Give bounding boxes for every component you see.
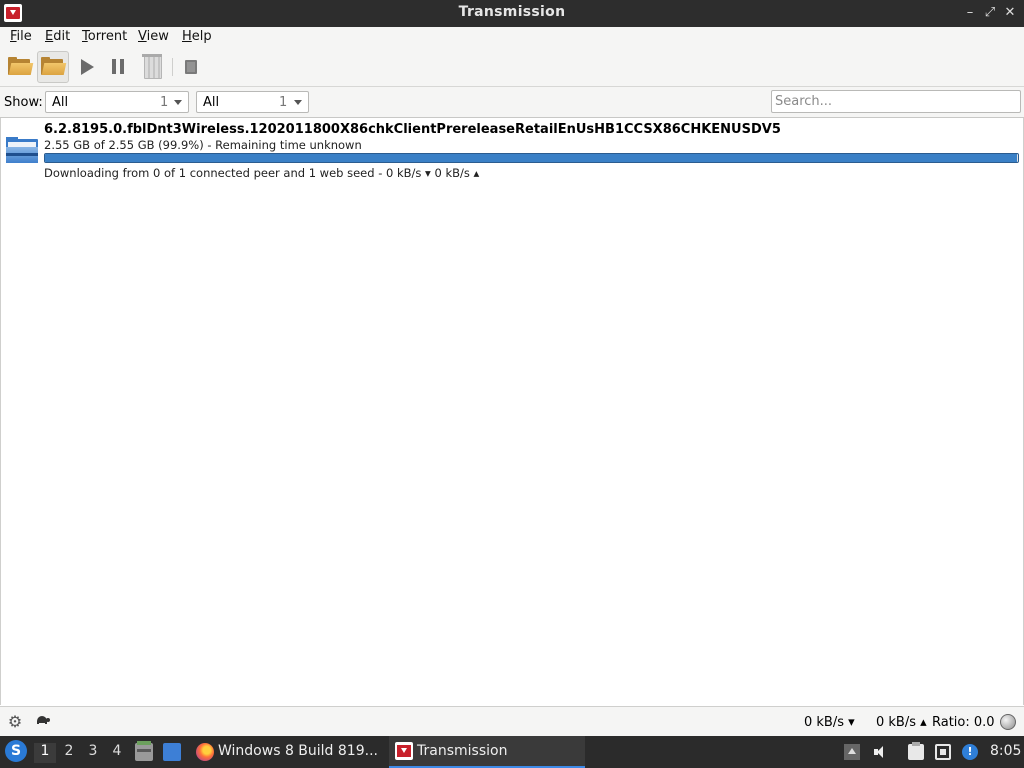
workspace-2[interactable]: 2	[58, 743, 80, 763]
window-title: Transmission	[458, 4, 566, 20]
open-url-folder-icon	[41, 57, 67, 75]
firefox-icon	[196, 743, 214, 761]
restore-button[interactable]: ⤢	[981, 4, 999, 22]
search-input[interactable]	[771, 90, 1021, 113]
title-bar[interactable]: Transmission – ⤢ ✕	[0, 0, 1024, 27]
taskbar: S 1 2 3 4 Windows 8 Build 819... Transmi…	[0, 736, 1024, 768]
workspace-4[interactable]: 4	[106, 743, 128, 763]
menu-torrent[interactable]: Torrent	[82, 29, 127, 44]
ratio-text[interactable]: Ratio: 0.0	[932, 715, 995, 730]
ratio-icon[interactable]	[1000, 714, 1016, 730]
chevron-down-icon	[294, 100, 302, 105]
task-transmission-label: Transmission	[417, 743, 508, 759]
menu-file[interactable]: File	[10, 29, 32, 44]
clipboard-icon[interactable]	[908, 742, 924, 760]
folder-icon	[6, 137, 38, 163]
start-torrent-button[interactable]	[71, 52, 101, 82]
minimize-button[interactable]: –	[961, 4, 979, 22]
gear-icon[interactable]: ⚙	[7, 714, 23, 730]
activity-filter-combo[interactable]: All 1	[45, 91, 189, 113]
tracker-filter-value: All	[203, 95, 220, 110]
start-menu-icon[interactable]: S	[5, 740, 27, 762]
open-url-button[interactable]	[37, 51, 69, 83]
network-icon[interactable]	[935, 744, 951, 760]
task-transmission[interactable]: Transmission	[389, 736, 585, 768]
pause-torrent-button[interactable]	[103, 52, 133, 82]
menu-edit[interactable]: Edit	[45, 29, 70, 44]
properties-icon	[185, 60, 197, 74]
status-bar: ⚙ 0 kB/s ▾ 0 kB/s ▴ Ratio: 0.0	[0, 706, 1024, 737]
torrent-status-text: Downloading from 0 of 1 connected peer a…	[44, 166, 480, 180]
task-firefox[interactable]: Windows 8 Build 819...	[190, 736, 382, 768]
trash-icon	[142, 54, 162, 79]
menu-bar: File Edit Torrent View Help	[0, 27, 1024, 49]
show-label: Show:	[4, 95, 43, 110]
menu-view[interactable]: View	[138, 29, 169, 44]
transmission-icon	[395, 742, 413, 760]
show-desktop-icon[interactable]	[163, 743, 181, 761]
play-icon	[81, 59, 94, 75]
torrent-progress-fill	[45, 154, 1018, 162]
turtle-icon[interactable]	[35, 716, 50, 725]
torrent-name: 6.2.8195.0.fblDnt3Wireless.1202011800X86…	[44, 122, 781, 137]
torrent-list[interactable]: 6.2.8195.0.fblDnt3Wireless.1202011800X86…	[0, 118, 1024, 705]
workspace-1[interactable]: 1	[34, 743, 56, 763]
volume-icon[interactable]	[872, 744, 888, 760]
update-notifier-icon[interactable]: !	[962, 744, 978, 760]
torrent-properties-button[interactable]	[178, 52, 208, 82]
tracker-filter-count: 1	[279, 95, 288, 110]
activity-filter-count: 1	[160, 95, 169, 110]
file-manager-icon[interactable]	[135, 741, 153, 761]
activity-filter-value: All	[52, 95, 69, 110]
clock[interactable]: 8:05	[990, 743, 1021, 759]
tracker-filter-combo[interactable]: All 1	[196, 91, 309, 113]
download-speed: 0 kB/s ▾	[804, 715, 855, 730]
toolbar	[0, 48, 1024, 87]
torrent-row[interactable]: 6.2.8195.0.fblDnt3Wireless.1202011800X86…	[1, 118, 1023, 184]
remove-torrent-button[interactable]	[137, 52, 167, 82]
open-folder-icon	[8, 57, 34, 75]
filter-bar: Show: All 1 All 1	[0, 87, 1024, 118]
tray-expand-icon[interactable]	[844, 744, 860, 760]
menu-help[interactable]: Help	[182, 29, 212, 44]
torrent-progress-text: 2.55 GB of 2.55 GB (99.9%) - Remaining t…	[44, 138, 362, 152]
toolbar-separator	[172, 58, 173, 76]
workspace-3[interactable]: 3	[82, 743, 104, 763]
task-firefox-label: Windows 8 Build 819...	[218, 743, 378, 759]
chevron-down-icon	[174, 100, 182, 105]
torrent-progress-bar	[44, 153, 1019, 163]
close-button[interactable]: ✕	[1001, 4, 1019, 22]
upload-speed: 0 kB/s ▴	[876, 715, 927, 730]
open-torrent-button[interactable]	[5, 52, 35, 82]
